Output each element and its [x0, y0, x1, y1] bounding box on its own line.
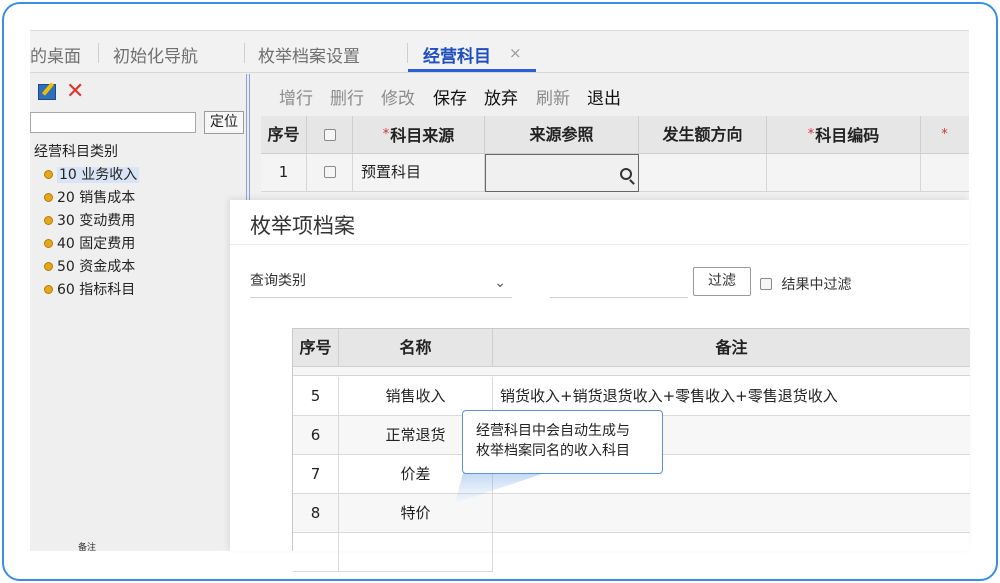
- tree-node-icon: [44, 262, 53, 271]
- row-seq-cell[interactable]: 8: [293, 494, 339, 533]
- col-header-seq: 序号: [293, 329, 339, 367]
- required-mark: *: [382, 127, 390, 142]
- col-header-label: 科目编码: [815, 126, 880, 145]
- required-mark: *: [807, 127, 815, 142]
- callout-line: 经营科目中会自动生成与: [476, 423, 630, 439]
- modify-button[interactable]: 修改: [381, 84, 415, 109]
- filter-in-results-label: 结果中过滤: [781, 277, 852, 293]
- row-seq-cell[interactable]: 6: [293, 416, 339, 455]
- tab-separator: [98, 43, 99, 63]
- tab-business-accounts[interactable]: 经营科目: [423, 42, 491, 67]
- row-seq-cell[interactable]: [293, 533, 339, 572]
- add-row-button[interactable]: 增行: [279, 84, 313, 109]
- tree-item-revenue[interactable]: 10 业务收入: [44, 164, 140, 184]
- col-header-next: *: [921, 116, 969, 154]
- next-cell[interactable]: [921, 154, 969, 192]
- tree-item-label: 30 变动费用: [57, 213, 136, 229]
- col-header-amount-direction: 发生额方向: [639, 116, 767, 154]
- tab-separator: [407, 43, 408, 63]
- search-icon[interactable]: [620, 168, 632, 180]
- source-reference-field[interactable]: [485, 154, 639, 192]
- row-seq-cell[interactable]: 7: [293, 455, 339, 494]
- annotation-callout: 经营科目中会自动生成与 枚举档案同名的收入科目: [462, 410, 663, 474]
- row-checkbox[interactable]: [323, 166, 336, 178]
- tree-item-cost-of-sales[interactable]: 20 销售成本: [44, 187, 135, 207]
- left-panel: ✕ 定位 经营科目类别 10 业务收入 20 销售成本 30 变动费用 40 固…: [30, 74, 246, 551]
- select-all-checkbox[interactable]: [323, 129, 336, 141]
- col-header-source-reference: 来源参照: [485, 116, 639, 154]
- col-header-name: 名称: [339, 329, 493, 367]
- tree-node-icon: [44, 170, 53, 179]
- dialog-title-divider: [230, 244, 969, 245]
- tree-item-indicator-accounts[interactable]: 60 指标科目: [44, 279, 135, 299]
- grid-scroll-gap: [293, 367, 970, 376]
- query-type-select[interactable]: 查询类别 ⌄: [250, 270, 512, 298]
- account-code-cell[interactable]: [767, 154, 921, 192]
- required-mark: *: [941, 127, 948, 142]
- tree-node-icon: [44, 239, 53, 248]
- save-button[interactable]: 保存: [433, 84, 467, 109]
- filter-in-results-option[interactable]: 结果中过滤: [760, 274, 851, 294]
- tab-init-guide[interactable]: 初始化导航: [113, 42, 198, 67]
- row-name-cell[interactable]: 特价: [339, 494, 493, 533]
- chevron-down-icon[interactable]: ⌄: [494, 272, 506, 294]
- tab-separator: [244, 43, 245, 63]
- exit-button[interactable]: 退出: [587, 84, 621, 109]
- dialog-title: 枚举项档案: [250, 214, 355, 238]
- enum-archive-dialog: 枚举项档案 查询类别 ⌄ 过滤 结果中过滤 序号 名称 备注 5 销售收入 销货…: [230, 200, 970, 572]
- tree-node-icon: [44, 216, 53, 225]
- row-seq-cell[interactable]: 5: [293, 377, 339, 416]
- discard-button[interactable]: 放弃: [484, 84, 518, 109]
- tree-item-label: 20 销售成本: [57, 190, 136, 206]
- tree-item-label: 50 资金成本: [57, 259, 136, 275]
- tree-node-icon: [44, 285, 53, 294]
- delete-icon[interactable]: ✕: [66, 79, 84, 104]
- tab-close-icon[interactable]: ×: [509, 44, 522, 62]
- callout-line: 枚举档案同名的收入科目: [476, 443, 630, 459]
- locate-button[interactable]: 定位: [204, 111, 244, 134]
- tree-item-label: 40 固定费用: [57, 236, 136, 252]
- row-seq-cell: 1: [261, 154, 307, 192]
- delete-row-button[interactable]: 删行: [330, 84, 364, 109]
- refresh-button[interactable]: 刷新: [536, 84, 570, 109]
- col-header-account-source: *科目来源: [353, 116, 485, 154]
- tab-enum-archive-settings[interactable]: 枚举档案设置: [258, 42, 360, 67]
- active-tab-indicator: [408, 69, 536, 72]
- col-header-label: 科目来源: [390, 126, 455, 145]
- accounts-grid: 序号 *科目来源 来源参照 发生额方向 *科目编码 * 1 预置科目: [261, 116, 969, 192]
- filter-in-results-checkbox[interactable]: [760, 278, 772, 290]
- tab-bar: 的桌面 初始化导航 枚举档案设置 经营科目 ×: [30, 31, 969, 73]
- tree-root[interactable]: 经营科目类别: [34, 141, 118, 161]
- col-header-select: [307, 116, 353, 154]
- tab-desktop[interactable]: 的桌面: [30, 42, 81, 67]
- row-name-cell[interactable]: [339, 533, 493, 572]
- edit-icon[interactable]: [38, 84, 56, 100]
- tree-item-label: 10 业务收入: [57, 167, 140, 183]
- col-header-account-code: *科目编码: [767, 116, 921, 154]
- left-footer-text: 备注: [78, 543, 97, 551]
- query-input[interactable]: [550, 270, 688, 298]
- tree-item-fixed-expenses[interactable]: 40 固定费用: [44, 233, 135, 253]
- tree-item-label: 60 指标科目: [57, 282, 136, 298]
- col-header-seq: 序号: [261, 116, 307, 154]
- filter-button[interactable]: 过滤: [693, 267, 751, 296]
- row-select-cell: [307, 154, 353, 192]
- col-header-note: 备注: [493, 329, 970, 367]
- account-source-cell[interactable]: 预置科目: [353, 154, 485, 192]
- row-note-cell[interactable]: [493, 494, 970, 533]
- tree-item-capital-cost[interactable]: 50 资金成本: [44, 256, 135, 276]
- query-type-label: 查询类别: [250, 273, 306, 289]
- tree-node-icon: [44, 193, 53, 202]
- tree-search-input[interactable]: [30, 112, 196, 133]
- amount-direction-cell[interactable]: [639, 154, 767, 192]
- tree-item-variable-expenses[interactable]: 30 变动费用: [44, 210, 135, 230]
